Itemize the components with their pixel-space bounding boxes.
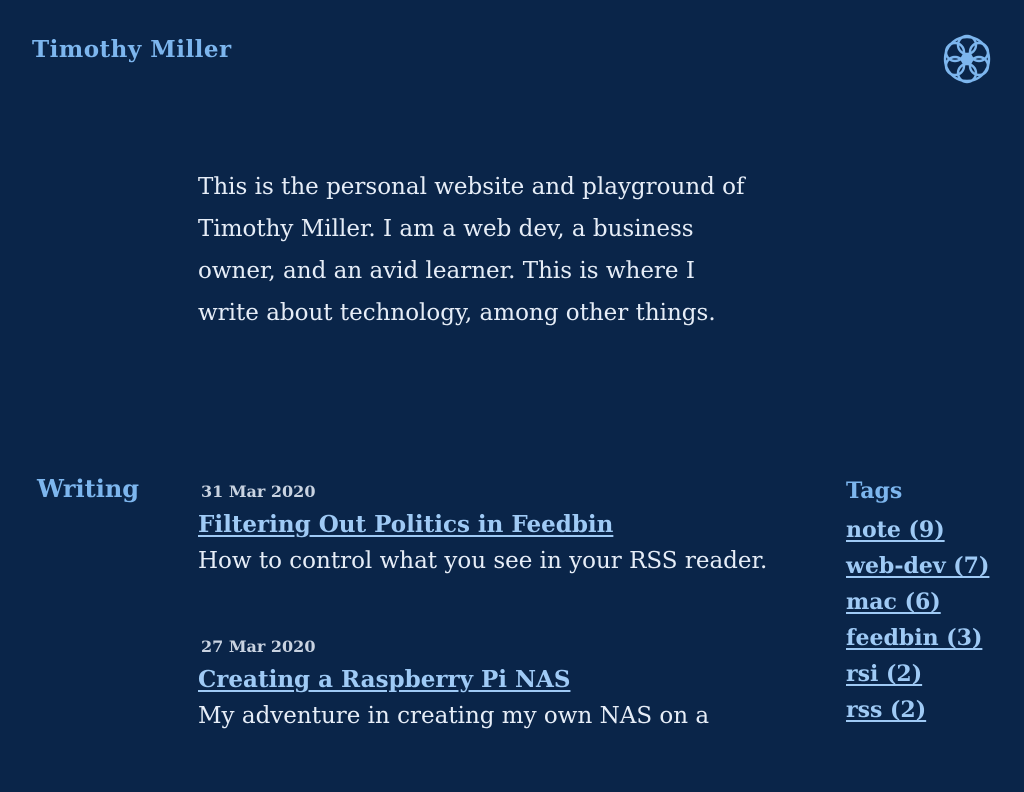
tag-link-feedbin[interactable]: feedbin (3) — [846, 625, 982, 651]
post-title-link[interactable]: Filtering Out Politics in Feedbin — [198, 511, 613, 539]
post-description: How to control what you see in your RSS … — [198, 548, 768, 574]
tag-list: note (9) web-dev (7) mac (6) feedbin (3)… — [846, 512, 996, 728]
post-item: 27 Mar 2020 Creating a Raspberry Pi NAS … — [198, 637, 798, 730]
post-item: 31 Mar 2020 Filtering Out Politics in Fe… — [198, 482, 798, 575]
flower-rosette-icon[interactable] — [940, 32, 994, 86]
tag-link-mac[interactable]: mac (6) — [846, 589, 941, 615]
post-list: 31 Mar 2020 Filtering Out Politics in Fe… — [198, 482, 798, 792]
writing-heading: Writing — [37, 474, 140, 503]
post-title-link[interactable]: Creating a Raspberry Pi NAS — [198, 666, 570, 694]
intro-paragraph: This is the personal website and playgro… — [198, 174, 745, 326]
post-date: 27 Mar 2020 — [201, 637, 316, 656]
tags-heading: Tags — [846, 478, 903, 504]
tag-item: feedbin (3) — [846, 620, 996, 656]
site-title-link[interactable]: Timothy Miller — [32, 36, 232, 63]
tag-item: mac (6) — [846, 584, 996, 620]
post-date: 31 Mar 2020 — [201, 482, 316, 501]
tag-item: web-dev (7) — [846, 548, 996, 584]
tag-item: note (9) — [846, 512, 996, 548]
tag-link-web-dev[interactable]: web-dev (7) — [846, 553, 989, 579]
tag-link-note[interactable]: note (9) — [846, 517, 945, 543]
tag-link-rss[interactable]: rss (2) — [846, 697, 926, 723]
post-description: My adventure in creating my own NAS on a — [198, 703, 710, 729]
tag-link-rsi[interactable]: rsi (2) — [846, 661, 922, 687]
tag-item: rss (2) — [846, 692, 996, 728]
tag-item: rsi (2) — [846, 656, 996, 692]
